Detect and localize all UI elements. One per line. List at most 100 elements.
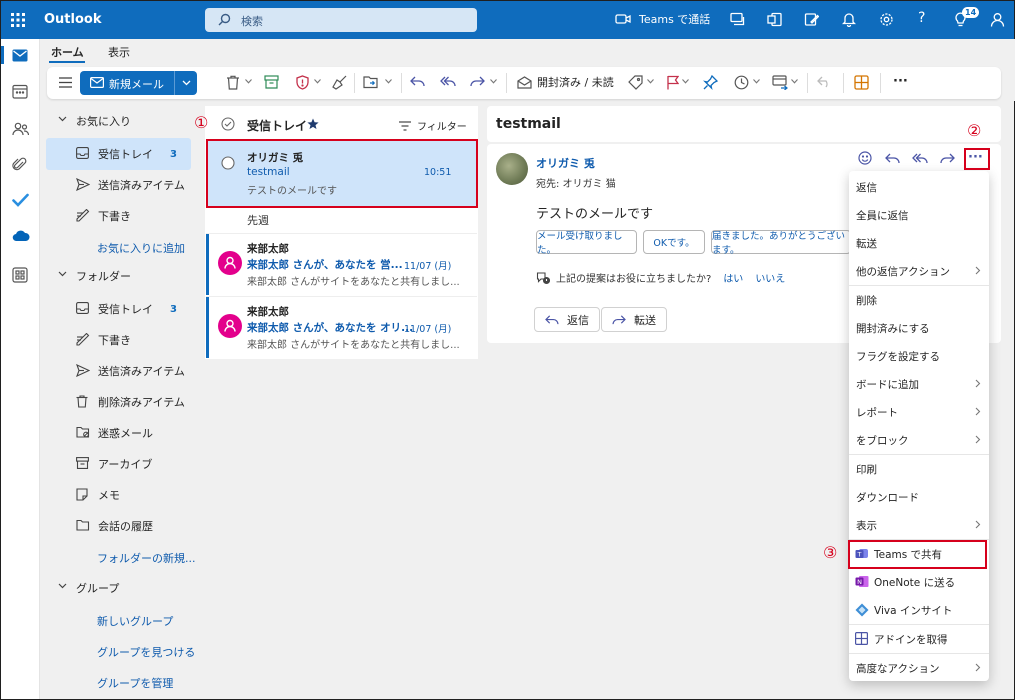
user-account-icon[interactable] bbox=[990, 12, 1005, 27]
menu-item-label: 開封済みにする bbox=[856, 322, 930, 335]
paperclip-icon[interactable] bbox=[12, 157, 27, 173]
folder-conversation-history[interactable]: 会話の履歴 bbox=[46, 516, 191, 536]
feedback-question: 上記の提案はお役に立ちましたか? bbox=[556, 274, 712, 285]
undo-icon[interactable] bbox=[817, 75, 832, 88]
menu-item-reply-all[interactable]: 全員に返信 bbox=[849, 201, 989, 229]
office-icon[interactable] bbox=[767, 12, 782, 27]
menu-item-delete[interactable]: 削除 bbox=[849, 286, 989, 314]
menu-item-forward[interactable]: 転送 bbox=[849, 229, 989, 257]
mark-read-unread-button[interactable]: 開封済み / 未読 bbox=[517, 74, 614, 90]
todo-check-icon[interactable] bbox=[12, 193, 29, 207]
onedrive-icon[interactable] bbox=[12, 230, 30, 242]
tag-icon[interactable] bbox=[628, 75, 643, 90]
snooze-clock-icon[interactable] bbox=[734, 75, 749, 90]
rules-icon[interactable] bbox=[772, 75, 788, 90]
chevron-down-icon[interactable] bbox=[682, 79, 689, 84]
chevron-down-icon[interactable] bbox=[490, 79, 497, 84]
forward-icon[interactable] bbox=[940, 152, 955, 165]
gear-icon[interactable] bbox=[879, 12, 894, 27]
suggested-reply-button[interactable]: メール受け取りました。 bbox=[536, 230, 637, 256]
sender-avatar[interactable] bbox=[496, 153, 528, 185]
chevron-down-icon[interactable] bbox=[647, 79, 654, 84]
menu-item-get-addins[interactable]: アドインを取得 bbox=[849, 625, 989, 653]
chat-icon[interactable] bbox=[730, 12, 745, 27]
reply-button[interactable]: 返信 bbox=[534, 307, 600, 332]
folder-drafts[interactable]: 下書き bbox=[46, 330, 191, 350]
add-to-favorites-link[interactable]: お気に入りに追加 bbox=[97, 240, 185, 256]
menu-item-view[interactable]: 表示 bbox=[849, 511, 989, 539]
apps-addin-icon[interactable] bbox=[854, 75, 869, 90]
new-group-link[interactable]: 新しいグループ bbox=[97, 613, 173, 629]
move-folder-icon[interactable] bbox=[363, 75, 379, 89]
folder-notes[interactable]: メモ bbox=[46, 485, 191, 505]
chevron-down-icon[interactable] bbox=[245, 79, 252, 84]
menu-item-send-onenote[interactable]: N OneNote に送る bbox=[849, 568, 989, 596]
tab-home[interactable]: ホーム bbox=[51, 44, 84, 60]
archive-icon[interactable] bbox=[264, 75, 279, 89]
feedback-no-link[interactable]: いいえ bbox=[755, 270, 785, 285]
menu-item-mark-read[interactable]: 開封済みにする bbox=[849, 314, 989, 342]
tab-view[interactable]: 表示 bbox=[108, 44, 130, 60]
menu-item-download[interactable]: ダウンロード bbox=[849, 483, 989, 511]
folder-inbox[interactable]: 受信トレイ 3 bbox=[46, 299, 191, 319]
sender-name[interactable]: オリガミ 兎 bbox=[536, 155, 595, 171]
folder-deleted[interactable]: 削除済みアイテム bbox=[46, 392, 191, 412]
menu-item-label: 印刷 bbox=[856, 463, 877, 476]
chevron-down-icon[interactable] bbox=[385, 79, 392, 84]
folder-junk[interactable]: 迷惑メール bbox=[46, 423, 191, 443]
report-shield-icon[interactable] bbox=[296, 75, 309, 90]
more-options-icon[interactable]: ··· bbox=[893, 74, 908, 89]
delete-icon[interactable] bbox=[226, 75, 240, 90]
teams-call-button[interactable]: Teams で通話 bbox=[615, 11, 710, 27]
menu-item-viva-insights[interactable]: Viva インサイト bbox=[849, 596, 989, 624]
feedback-yes-link[interactable]: はい bbox=[723, 270, 743, 285]
reply-icon[interactable] bbox=[885, 152, 900, 165]
forward-icon[interactable] bbox=[470, 75, 485, 88]
menu-item-advanced-actions[interactable]: 高度なアクション bbox=[849, 654, 989, 682]
chevron-down-icon[interactable] bbox=[182, 80, 191, 86]
favorite-drafts[interactable]: 下書き bbox=[46, 206, 191, 226]
people-icon[interactable] bbox=[12, 122, 29, 136]
folder-sent[interactable]: 送信済みアイテム bbox=[46, 361, 191, 381]
find-groups-link[interactable]: グループを見つける bbox=[97, 644, 195, 660]
reply-all-icon[interactable] bbox=[912, 152, 928, 165]
menu-item-set-flag[interactable]: フラグを設定する bbox=[849, 342, 989, 370]
reply-all-icon[interactable] bbox=[440, 75, 456, 88]
note-edit-icon[interactable] bbox=[804, 12, 819, 27]
calendar-icon[interactable] bbox=[12, 84, 28, 99]
menu-item-print[interactable]: 印刷 bbox=[849, 455, 989, 483]
flag-icon[interactable] bbox=[666, 75, 679, 90]
menu-item-reply[interactable]: 返信 bbox=[849, 173, 989, 201]
new-folder-link[interactable]: フォルダーの新規... bbox=[97, 550, 196, 566]
select-all-checkbox[interactable] bbox=[221, 117, 235, 131]
bell-icon[interactable] bbox=[842, 12, 856, 27]
manage-groups-link[interactable]: グループを管理 bbox=[97, 675, 173, 691]
search-input[interactable]: 検索 bbox=[205, 8, 477, 32]
sweep-broom-icon[interactable] bbox=[332, 75, 347, 90]
folder-archive[interactable]: アーカイブ bbox=[46, 454, 191, 474]
favorite-sent[interactable]: 送信済みアイテム bbox=[46, 175, 191, 195]
emoji-icon[interactable] bbox=[858, 151, 872, 165]
app-launcher-icon[interactable] bbox=[11, 13, 25, 27]
hamburger-menu-icon[interactable] bbox=[59, 77, 72, 88]
chevron-down-icon[interactable] bbox=[753, 79, 760, 84]
suggested-reply-button[interactable]: OKです。 bbox=[643, 230, 705, 254]
menu-item-report[interactable]: レポート bbox=[849, 398, 989, 426]
menu-item-add-to-board[interactable]: ボードに追加 bbox=[849, 370, 989, 398]
more-apps-icon[interactable] bbox=[12, 267, 28, 283]
pin-icon[interactable] bbox=[703, 75, 718, 90]
filter-button[interactable]: フィルター bbox=[399, 118, 467, 133]
favorite-star-icon[interactable] bbox=[307, 118, 319, 130]
menu-item-other-reply-actions[interactable]: 他の返信アクション bbox=[849, 257, 989, 285]
reply-icon[interactable] bbox=[410, 75, 425, 88]
chevron-down-icon[interactable] bbox=[791, 79, 798, 84]
chevron-down-icon[interactable] bbox=[314, 79, 321, 84]
mail-icon[interactable] bbox=[12, 49, 28, 62]
suggested-reply-button[interactable]: 届きました。ありがとうございます。 bbox=[711, 230, 851, 256]
favorite-inbox[interactable]: 受信トレイ 3 bbox=[46, 138, 191, 170]
help-icon[interactable]: ? bbox=[918, 10, 925, 26]
menu-item-block[interactable]: をブロック bbox=[849, 426, 989, 454]
forward-button[interactable]: 転送 bbox=[601, 307, 667, 332]
chevron-right-icon bbox=[975, 435, 981, 444]
new-mail-button[interactable]: 新規メール bbox=[80, 71, 197, 95]
